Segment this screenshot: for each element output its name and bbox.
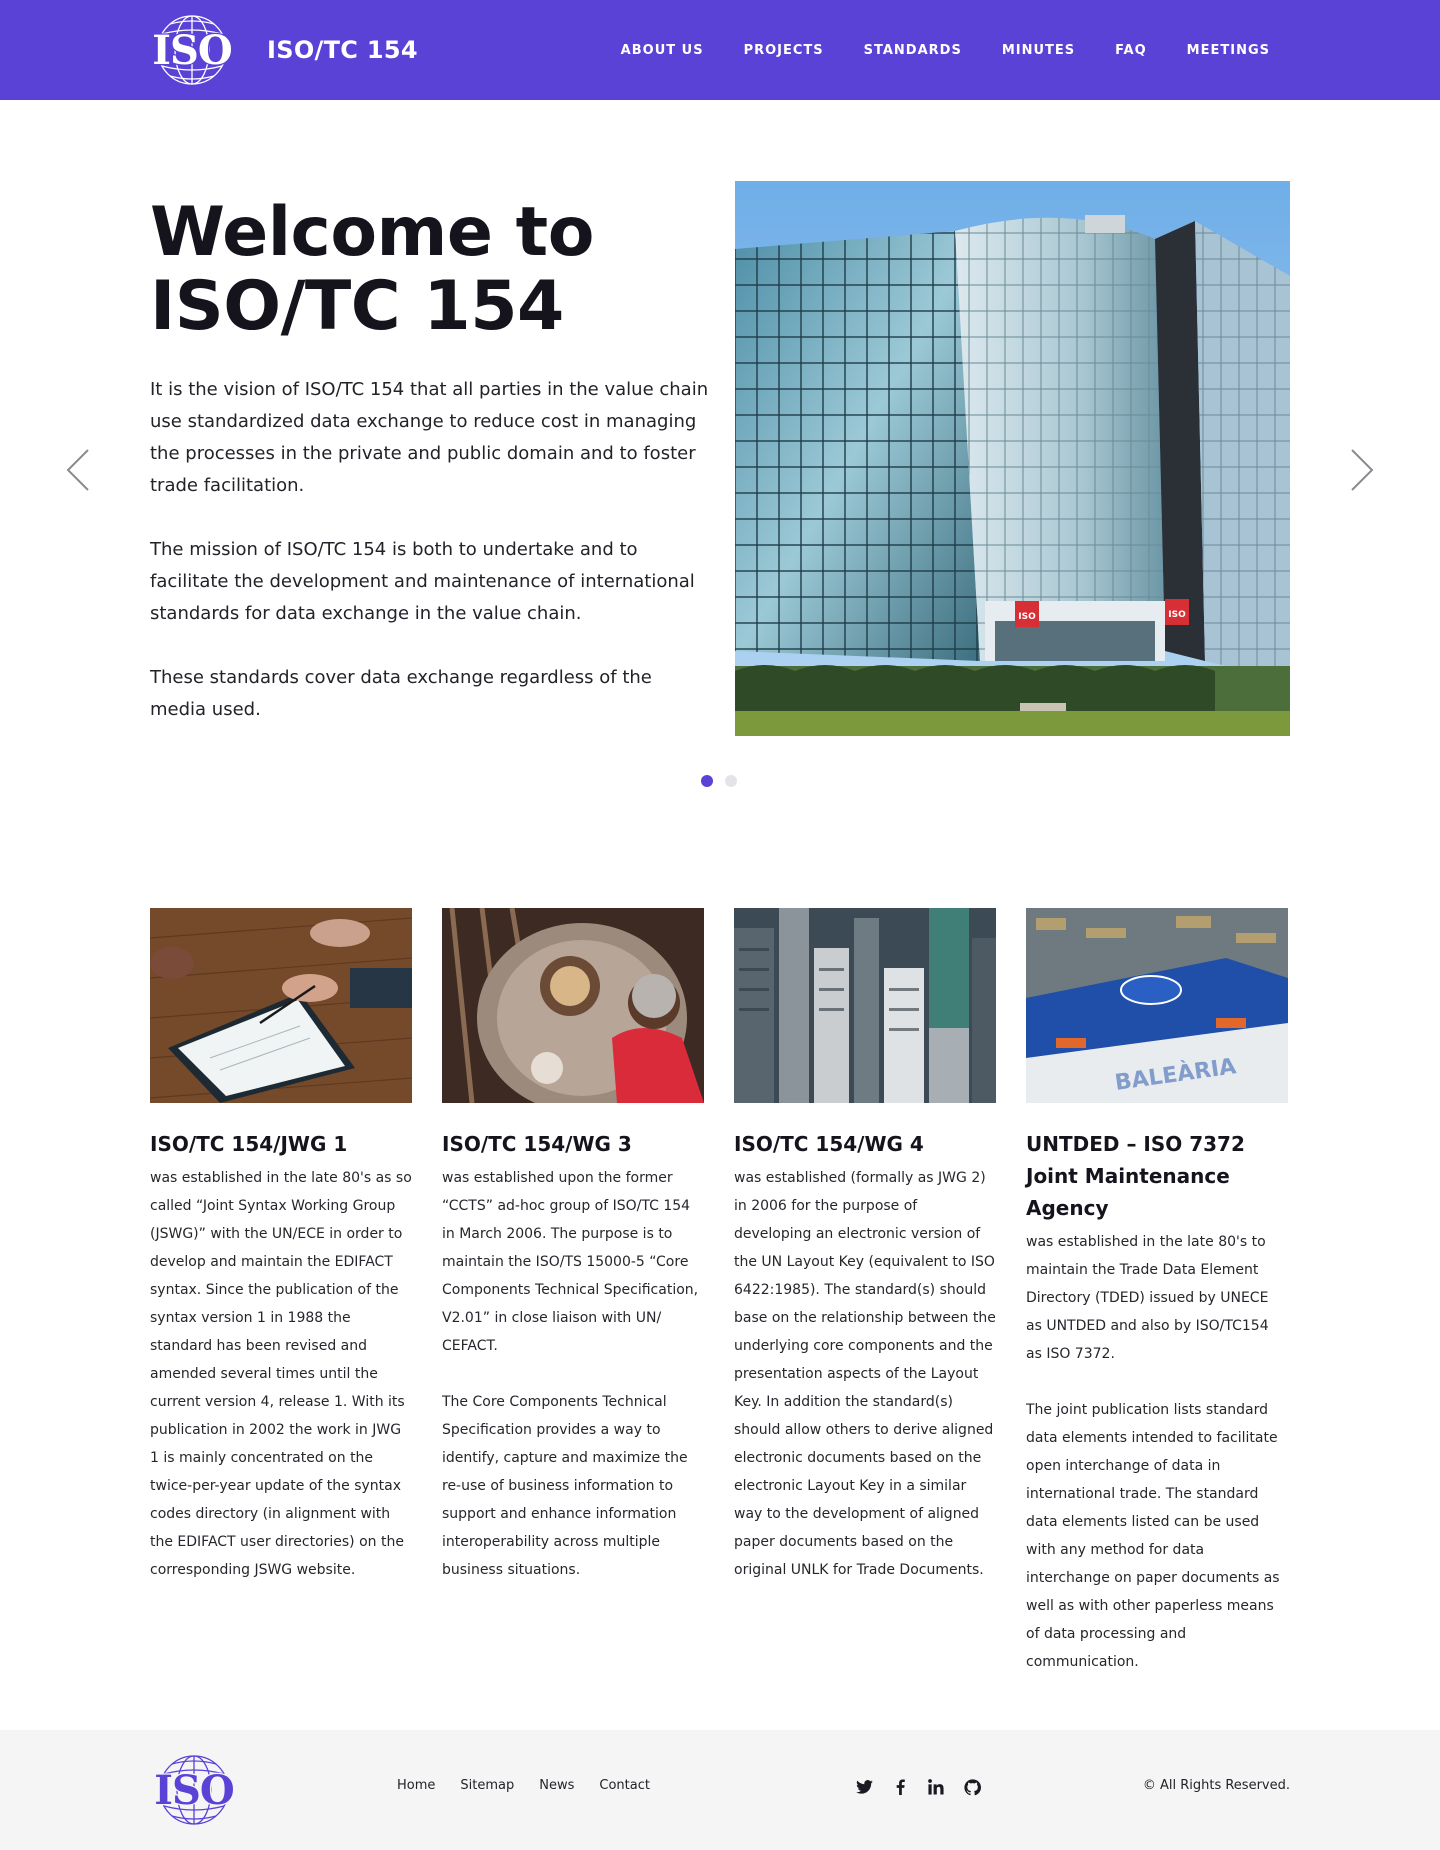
nav-projects[interactable]: PROJECTS <box>744 43 824 58</box>
linkedin-icon[interactable] <box>927 1778 945 1796</box>
card-paragraph: was established upon the former “CCTS” a… <box>442 1170 699 1354</box>
footer-link-contact[interactable]: Contact <box>599 1778 650 1793</box>
card-paragraph: The Core Components Technical Specificat… <box>442 1394 688 1578</box>
slider-prev-button[interactable] <box>64 448 94 492</box>
brewery-worker-image <box>442 908 704 1103</box>
site-header: ISO ISO/TC 154 ABOUT US PROJECTS STANDAR… <box>0 0 1440 100</box>
slider-dots <box>701 775 749 787</box>
chevron-left-icon <box>66 449 89 491</box>
slider-dot[interactable] <box>725 775 737 787</box>
nav-minutes[interactable]: MINUTES <box>1002 43 1075 58</box>
hero-title-line1: Welcome to <box>150 193 594 272</box>
iso-logo[interactable]: ISO <box>148 14 236 86</box>
nav-standards[interactable]: STANDARDS <box>864 43 962 58</box>
building-badge-1-text: ISO <box>1018 612 1036 622</box>
nav-faq[interactable]: FAQ <box>1115 43 1147 58</box>
hero-text: It is the vision of ISO/TC 154 that all … <box>150 374 710 758</box>
slider-dot[interactable] <box>701 775 713 787</box>
card-body: was established upon the former “CCTS” a… <box>442 1164 704 1584</box>
card-title[interactable]: UNTDED – ISO 7372 Joint Maintenance Agen… <box>1026 1128 1288 1224</box>
hero-mission-paragraph: The mission of ISO/TC 154 is both to und… <box>150 539 695 624</box>
site-title[interactable]: ISO/TC 154 <box>267 36 418 64</box>
footer-iso-logo[interactable]: ISO <box>150 1754 238 1826</box>
copyright-text: © All Rights Reserved. <box>1142 1778 1290 1793</box>
iso-globe-icon: ISO <box>151 15 234 85</box>
hero-title-line2: ISO/TC 154 <box>150 267 564 346</box>
hero-scope-paragraph: These standards cover data exchange rega… <box>150 667 652 720</box>
card-jwg1: ISO/TC 154/JWG 1 was established in the … <box>150 908 412 1612</box>
twitter-icon[interactable] <box>855 1778 873 1796</box>
card-title[interactable]: ISO/TC 154/WG 4 <box>734 1128 996 1160</box>
hero-building-image: ISO ISO <box>735 181 1290 736</box>
iso-globe-icon: ISO <box>153 1755 236 1825</box>
facebook-icon[interactable] <box>891 1778 909 1796</box>
site-footer: ISO Home Sitemap News Contact © All Righ… <box>0 1730 1440 1850</box>
hero-title: Welcome to ISO/TC 154 <box>150 196 710 344</box>
chevron-right-icon <box>1351 449 1374 491</box>
hero-vision-paragraph: It is the vision of ISO/TC 154 that all … <box>150 379 709 496</box>
social-links <box>855 1778 999 1796</box>
iso-logo-text: ISO <box>152 27 232 74</box>
card-paragraph: was established in the late 80's to main… <box>1026 1234 1269 1362</box>
card-paragraph: The joint publication lists standard dat… <box>1026 1402 1280 1670</box>
card-untded: BALEÀRIA UNTDED – ISO 7372 Joint Mainten… <box>1026 908 1288 1704</box>
slider-next-button[interactable] <box>1346 448 1376 492</box>
city-skyscrapers-image <box>734 908 996 1103</box>
card-title[interactable]: ISO/TC 154/JWG 1 <box>150 1128 412 1160</box>
cargo-ship-image: BALEÀRIA <box>1026 908 1288 1103</box>
footer-nav: Home Sitemap News Contact <box>397 1778 675 1793</box>
nav-meetings[interactable]: MEETINGS <box>1187 43 1270 58</box>
main-nav: ABOUT US PROJECTS STANDARDS MINUTES FAQ … <box>581 0 1270 100</box>
card-paragraph: was established in the late 80's as so c… <box>150 1170 412 1578</box>
card-wg3: ISO/TC 154/WG 3 was established upon the… <box>442 908 704 1612</box>
building-badge-2-text: ISO <box>1168 610 1186 620</box>
github-icon[interactable] <box>963 1778 981 1796</box>
footer-link-sitemap[interactable]: Sitemap <box>460 1778 514 1793</box>
card-body: was established in the late 80's as so c… <box>150 1164 412 1584</box>
card-body: was established in the late 80's to main… <box>1026 1228 1288 1676</box>
footer-link-home[interactable]: Home <box>397 1778 435 1793</box>
footer-link-news[interactable]: News <box>539 1778 574 1793</box>
card-wg4: ISO/TC 154/WG 4 was established (formall… <box>734 908 996 1612</box>
nav-about-us[interactable]: ABOUT US <box>621 43 704 58</box>
card-title[interactable]: ISO/TC 154/WG 3 <box>442 1128 704 1160</box>
tablet-signing-image <box>150 908 412 1103</box>
footer-logo-text: ISO <box>154 1767 234 1814</box>
card-body: was established (formally as JWG 2) in 2… <box>734 1164 996 1584</box>
card-paragraph: was established (formally as JWG 2) in 2… <box>734 1170 996 1578</box>
